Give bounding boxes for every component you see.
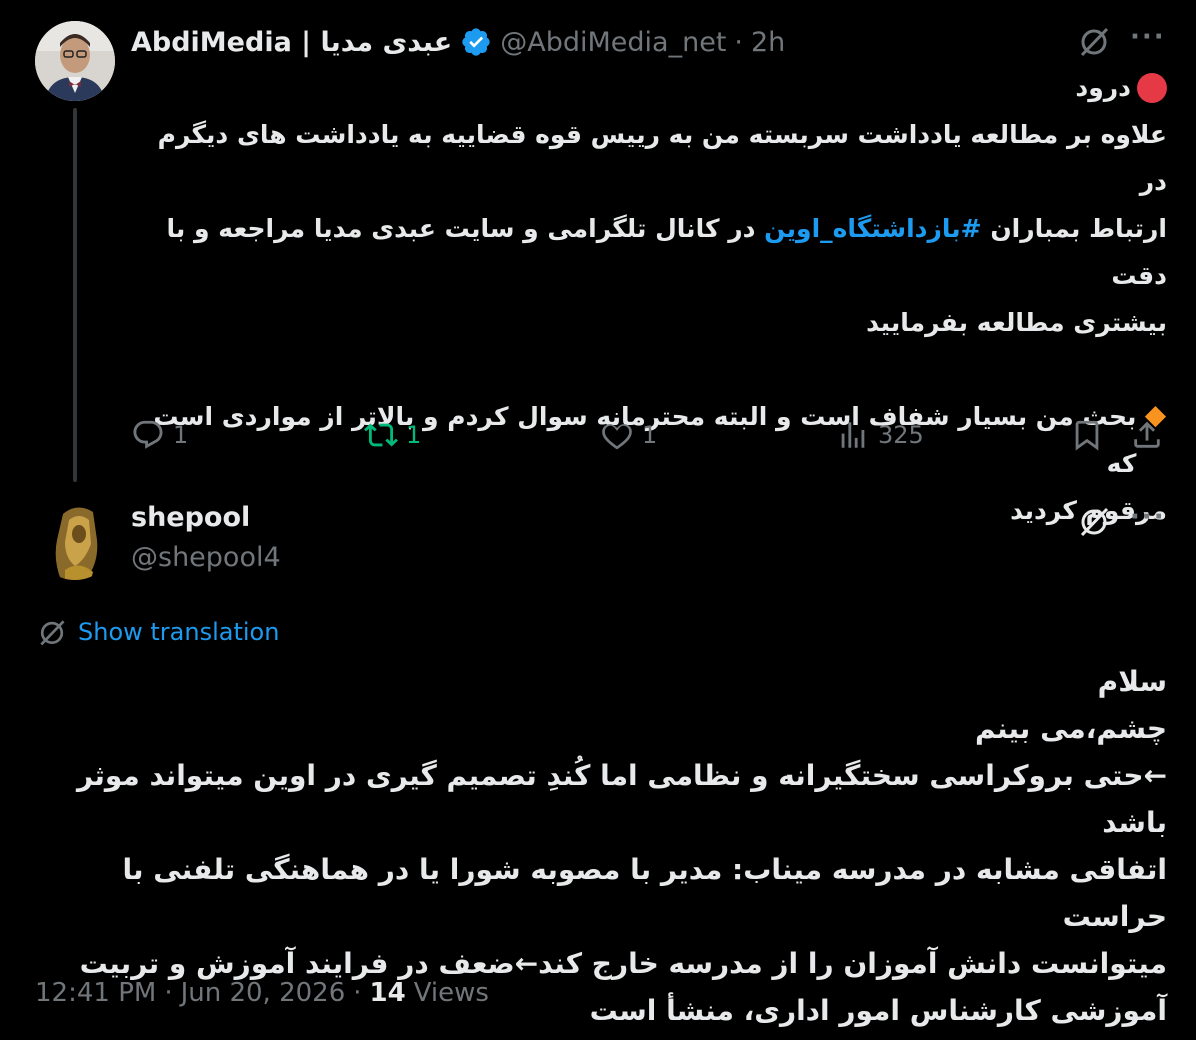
reply-button[interactable]: 1 — [131, 418, 188, 452]
tweet-header: AbdiMedia | عبدی مدیا @AbdiMedia_net · 2… — [131, 22, 785, 62]
separator-dot: · — [734, 26, 743, 58]
post-time[interactable]: 12:41 PM — [35, 978, 156, 1008]
body-line: مرقوم کردید — [1010, 496, 1167, 525]
show-translation-label[interactable]: Show translation — [78, 618, 279, 646]
more-options-icon[interactable]: ··· — [1130, 22, 1166, 52]
reply-icon — [133, 420, 163, 449]
share-icon — [1134, 421, 1160, 448]
hashtag-link[interactable]: #بازداشتگاه_اوین — [764, 214, 981, 243]
views-count: 325 — [878, 421, 924, 449]
body-line: ←حتی بروکراسی سختگیرانه و نظامی اما کُند… — [76, 759, 1167, 839]
views-button[interactable]: 325 — [836, 418, 924, 452]
repost-icon — [364, 423, 398, 447]
more-options-icon[interactable]: ··· — [1130, 502, 1166, 532]
body-line: اتفاقی مشابه در مدرسه میناب: مدیر با مصو… — [122, 853, 1167, 933]
repost-count: 1 — [406, 421, 422, 449]
separator-dot: · — [164, 978, 173, 1008]
avatar-statue-icon — [35, 500, 115, 580]
body-line: چشم،می بینم — [974, 712, 1167, 745]
author-handle[interactable]: @AbdiMedia_net — [500, 27, 726, 58]
separator-dot: · — [353, 978, 362, 1008]
heart-icon — [602, 424, 632, 450]
avatar[interactable] — [35, 500, 115, 580]
body-line: بیشتری مطالعه بفرمایید — [866, 308, 1167, 337]
tweet-meta: 12:41 PM · Jun 20, 2026 · 14 Views — [35, 978, 489, 1008]
red-circle-emoji-icon — [1137, 73, 1167, 103]
views-label: Views — [413, 978, 489, 1008]
body-line: ارتباط بمباران #بازداشتگاه_اوین در کانال… — [140, 205, 1167, 299]
verified-badge-icon — [460, 26, 492, 58]
body-line: علاوه بر مطالعه یادداشت سربسته من به ریی… — [157, 120, 1167, 196]
author-handle[interactable]: @shepool4 — [131, 542, 281, 573]
reply-count: 1 — [173, 421, 189, 449]
body-line: سلام — [1097, 665, 1167, 698]
thread-connector — [73, 108, 77, 482]
greeting-text: درود — [1075, 73, 1131, 102]
like-button[interactable]: 1 — [600, 418, 657, 452]
views-count: 14 — [369, 978, 406, 1008]
like-count: 1 — [642, 421, 658, 449]
grok-icon[interactable] — [1076, 503, 1112, 539]
avatar[interactable] — [35, 21, 115, 101]
share-button[interactable] — [1130, 418, 1164, 452]
translate-icon — [40, 620, 65, 646]
tweet-time[interactable]: 2h — [751, 27, 785, 58]
body-line: درود — [140, 64, 1167, 111]
post-date[interactable]: Jun 20, 2026 — [181, 978, 346, 1008]
bookmark-button[interactable] — [1070, 418, 1104, 452]
views-chart-icon — [841, 422, 865, 448]
grok-icon[interactable] — [1076, 23, 1112, 59]
repost-button[interactable]: 1 — [364, 418, 421, 452]
avatar-portrait-icon — [35, 21, 115, 101]
tweet-body: درود علاوه بر مطالعه یادداشت سربسته من ب… — [140, 64, 1167, 534]
show-translation-button[interactable]: Show translation — [36, 616, 279, 648]
author-name[interactable]: shepool — [131, 502, 250, 533]
author-name[interactable]: AbdiMedia | عبدی مدیا — [131, 27, 452, 58]
body-segment: ارتباط بمباران — [990, 214, 1167, 243]
bookmark-icon — [1075, 420, 1099, 451]
